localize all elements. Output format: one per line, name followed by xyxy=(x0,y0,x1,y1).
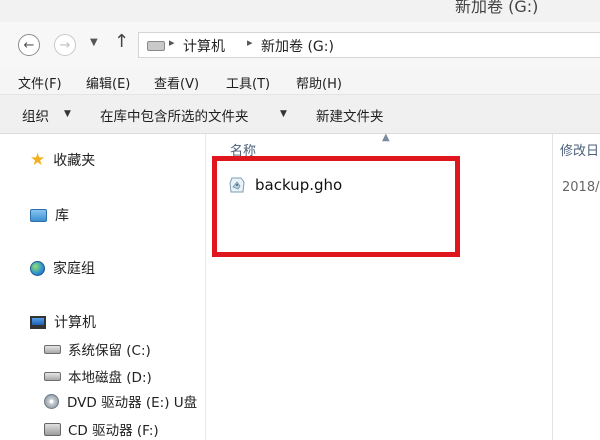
menu-file[interactable]: 文件(F) xyxy=(18,73,62,92)
drive-icon xyxy=(44,371,61,381)
nav-item-drive-d[interactable]: 本地磁盘 (D:) xyxy=(44,366,152,386)
file-date: 2018/ xyxy=(562,180,600,195)
nav-item-drive-c[interactable]: 系统保留 (C:) xyxy=(44,339,151,359)
recent-locations-dropdown-icon[interactable]: ▼ xyxy=(90,37,98,48)
column-divider[interactable] xyxy=(552,134,553,440)
highlight-annotation-box xyxy=(212,156,460,257)
column-header-date[interactable]: 修改日 xyxy=(560,140,599,159)
nav-label: 系统保留 (C:) xyxy=(68,343,151,359)
cd-icon xyxy=(44,422,61,436)
dvd-icon xyxy=(44,393,59,409)
address-row: ← → ▼ ↑ ▸ 计算机 ▸ 新加卷 (G:) xyxy=(0,22,600,68)
nav-label: DVD 驱动器 (E:) U盘 xyxy=(67,395,198,411)
command-toolbar: 组织 ▼ 在库中包含所选的文件夹 ▼ 新建文件夹 xyxy=(0,95,600,134)
menu-bar: 文件(F) 编辑(E) 查看(V) 工具(T) 帮助(H) xyxy=(0,68,600,95)
breadcrumb-computer[interactable]: 计算机 xyxy=(183,36,225,56)
nav-label: 家庭组 xyxy=(53,261,95,277)
include-in-library-dropdown-icon[interactable]: ▼ xyxy=(280,109,287,119)
navigation-pane: ★ 收藏夹 库 家庭组 计算机 系统保留 (C:) 本地磁盘 (D:) DVD … xyxy=(0,134,206,440)
menu-edit[interactable]: 编辑(E) xyxy=(86,73,130,92)
nav-label: 收藏夹 xyxy=(53,153,96,169)
library-icon xyxy=(30,208,47,222)
nav-item-drive-e[interactable]: DVD 驱动器 (E:) U盘 xyxy=(44,391,197,411)
nav-item-drive-f[interactable]: CD 驱动器 (F:) xyxy=(44,419,159,439)
nav-label: CD 驱动器 (F:) xyxy=(68,423,159,439)
chevron-right-icon[interactable]: ▸ xyxy=(247,36,253,49)
title-bar: 新加卷 (G:) xyxy=(0,0,600,22)
chevron-right-icon[interactable]: ▸ xyxy=(169,36,175,49)
organize-dropdown-icon[interactable]: ▼ xyxy=(64,109,71,119)
include-in-library-button[interactable]: 在库中包含所选的文件夹 xyxy=(100,105,249,125)
arrow-right-icon: → xyxy=(59,37,71,53)
menu-help[interactable]: 帮助(H) xyxy=(296,73,342,92)
forward-button[interactable]: → xyxy=(54,34,76,56)
nav-item-computer[interactable]: 计算机 xyxy=(30,312,96,332)
menu-tools[interactable]: 工具(T) xyxy=(226,73,270,92)
menu-view[interactable]: 查看(V) xyxy=(154,73,199,92)
window-title: 新加卷 (G:) xyxy=(455,0,539,16)
nav-label: 本地磁盘 (D:) xyxy=(68,370,152,386)
nav-item-libraries[interactable]: 库 xyxy=(30,205,69,225)
star-icon: ★ xyxy=(30,149,46,170)
back-button[interactable]: ← xyxy=(18,34,40,56)
drive-icon xyxy=(147,41,165,51)
nav-item-favorites[interactable]: ★ 收藏夹 xyxy=(30,150,95,170)
breadcrumb-drive-g[interactable]: 新加卷 (G:) xyxy=(261,36,334,56)
nav-label: 计算机 xyxy=(54,315,96,331)
nav-label: 库 xyxy=(55,208,69,224)
drive-icon xyxy=(44,344,61,354)
homegroup-icon xyxy=(30,260,45,276)
address-bar[interactable]: ▸ 计算机 ▸ 新加卷 (G:) xyxy=(138,32,600,58)
up-arrow-icon[interactable]: ↑ xyxy=(114,31,129,52)
nav-item-homegroup[interactable]: 家庭组 xyxy=(30,258,95,278)
arrow-left-icon: ← xyxy=(23,37,35,53)
computer-icon xyxy=(30,315,46,329)
new-folder-button[interactable]: 新建文件夹 xyxy=(316,105,384,125)
organize-button[interactable]: 组织 xyxy=(22,105,49,125)
sort-up-icon: ▲ xyxy=(382,132,390,143)
